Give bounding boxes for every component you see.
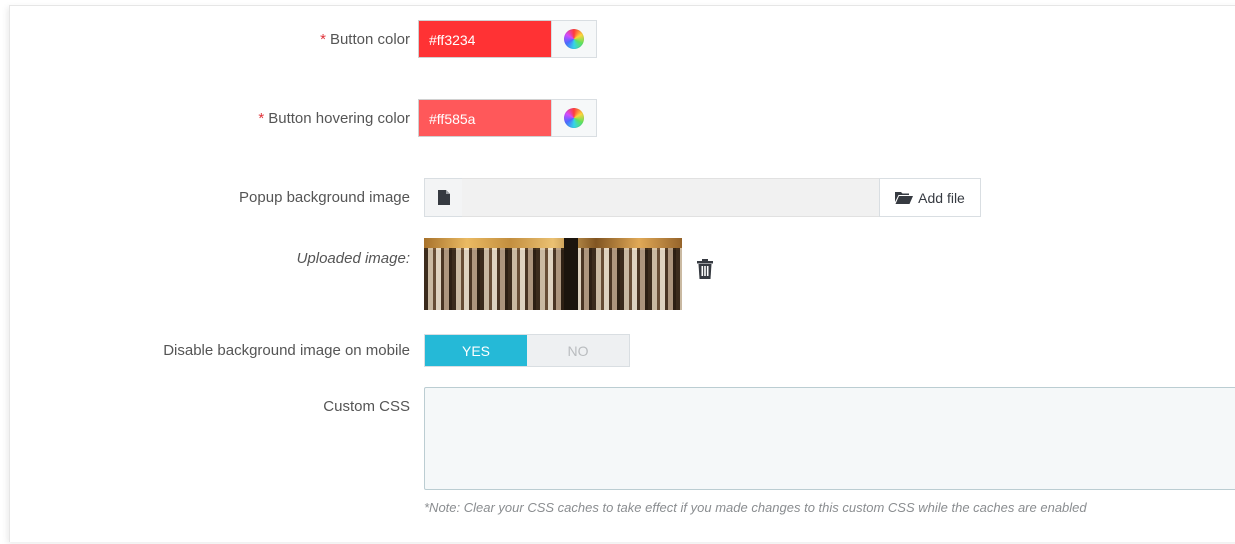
required-mark: *: [320, 31, 326, 48]
button-color-picker-button[interactable]: [551, 20, 597, 58]
button-hover-color-picker: #ff585a: [418, 99, 597, 137]
button-color-input[interactable]: #ff3234: [418, 20, 551, 58]
uploaded-image-thumbnail: [424, 238, 682, 310]
custom-css-textarea[interactable]: [424, 387, 1235, 490]
file-path-input[interactable]: [462, 178, 879, 217]
popup-bg-image-label: Popup background image: [239, 189, 410, 206]
color-wheel-icon: [564, 29, 584, 49]
button-hover-color-label: * Button hovering color: [258, 110, 410, 127]
folder-open-icon: [895, 192, 914, 204]
popup-bg-image-file-input: Add file: [424, 178, 981, 217]
toggle-yes[interactable]: YES: [425, 335, 527, 366]
trash-icon[interactable]: [697, 259, 713, 279]
file-icon-box: [424, 178, 462, 217]
color-wheel-icon: [564, 108, 584, 128]
custom-css-label: Custom CSS: [323, 398, 410, 415]
custom-css-note: *Note: Clear your CSS caches to take eff…: [424, 500, 1087, 515]
disable-bg-mobile-label: Disable background image on mobile: [163, 342, 410, 359]
add-file-label: Add file: [918, 189, 965, 206]
button-hover-color-picker-button[interactable]: [551, 99, 597, 137]
toggle-no[interactable]: NO: [527, 335, 629, 366]
add-file-button[interactable]: Add file: [879, 178, 981, 217]
uploaded-image-label: Uploaded image:: [296, 250, 410, 267]
file-icon: [437, 190, 450, 205]
button-color-picker: #ff3234: [418, 20, 597, 58]
button-color-label: * Button color: [320, 31, 410, 48]
disable-bg-mobile-toggle: YES NO: [424, 334, 630, 367]
required-mark: *: [258, 110, 265, 127]
button-hover-color-input[interactable]: #ff585a: [418, 99, 551, 137]
